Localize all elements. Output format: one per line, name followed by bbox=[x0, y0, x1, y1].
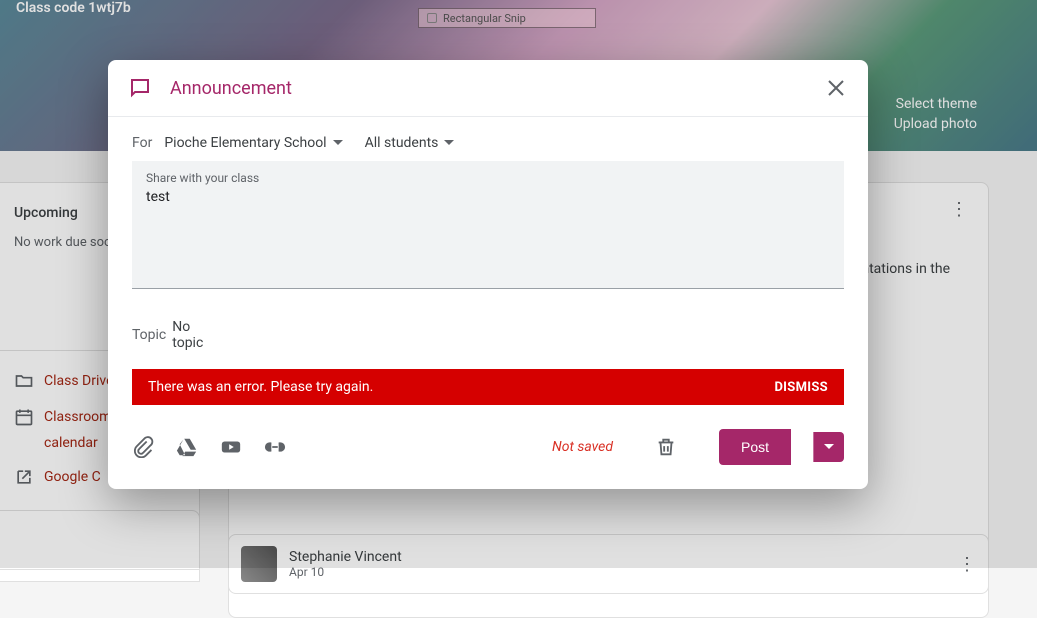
drive-icon[interactable] bbox=[176, 436, 198, 458]
attachment-icon[interactable] bbox=[132, 436, 154, 458]
announcement-textarea[interactable]: Share with your class test bbox=[132, 161, 844, 289]
topic-value: No topic bbox=[172, 319, 203, 351]
dialog-title: Announcement bbox=[170, 78, 292, 99]
topic-selector[interactable]: Topic No topic bbox=[132, 319, 342, 351]
students-selector[interactable]: All students bbox=[365, 135, 455, 151]
topic-label: Topic bbox=[132, 327, 166, 343]
caret-down-icon bbox=[333, 138, 343, 148]
post-button[interactable]: Post bbox=[719, 429, 791, 465]
class-selector[interactable]: Pioche Elementary School bbox=[164, 135, 342, 151]
caret-down-icon bbox=[824, 442, 834, 452]
textarea-content[interactable]: test bbox=[146, 189, 830, 269]
announcement-dialog: Announcement For Pioche Elementary Schoo… bbox=[108, 60, 868, 489]
link-icon[interactable] bbox=[264, 436, 286, 458]
textarea-label: Share with your class bbox=[146, 171, 830, 185]
error-text: There was an error. Please try again. bbox=[148, 379, 373, 395]
post-options-button[interactable] bbox=[813, 432, 844, 462]
close-icon[interactable] bbox=[824, 76, 848, 100]
delete-icon[interactable] bbox=[655, 436, 677, 458]
for-label: For bbox=[132, 135, 152, 151]
announcement-icon bbox=[128, 76, 152, 100]
youtube-icon[interactable] bbox=[220, 436, 242, 458]
caret-down-icon bbox=[444, 138, 454, 148]
error-banner: There was an error. Please try again. DI… bbox=[132, 369, 844, 405]
dismiss-button[interactable]: DISMISS bbox=[774, 380, 828, 395]
not-saved-label: Not saved bbox=[552, 439, 613, 455]
